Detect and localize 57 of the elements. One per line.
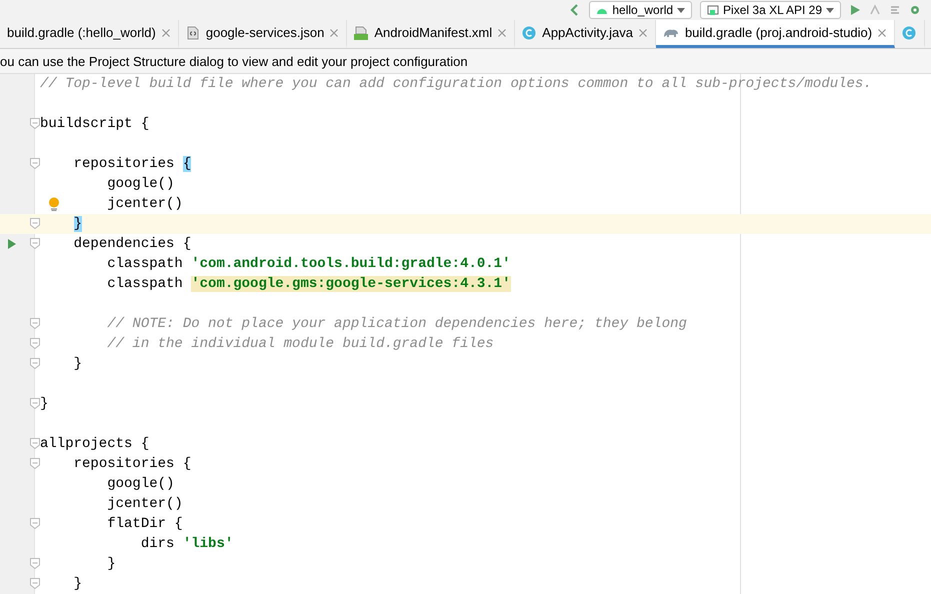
close-icon[interactable] (878, 28, 886, 36)
close-icon[interactable] (330, 28, 338, 36)
code-line: } (74, 356, 82, 372)
code-line: flatDir { (107, 516, 183, 532)
fold-marker-icon[interactable] (30, 318, 40, 329)
code-line: jcenter() (107, 196, 183, 212)
fold-marker-icon[interactable] (30, 358, 40, 369)
fold-marker-icon[interactable] (30, 118, 40, 129)
code-line: classpath 'com.android.tools.build:gradle:4.0.1' (107, 256, 510, 272)
fold-marker-icon[interactable] (30, 338, 40, 349)
close-icon[interactable] (498, 28, 506, 36)
code-line: dirs 'libs' (140, 536, 234, 552)
code-line: // in the individual module build.gradle files (107, 336, 494, 352)
caret-icon (677, 8, 686, 12)
code-line: jcenter() (107, 496, 183, 512)
class-file-icon (902, 26, 916, 40)
close-icon[interactable] (638, 28, 647, 36)
json-file-icon (186, 26, 200, 40)
editor-tab[interactable]: build.gradle (:hello_world) (0, 20, 179, 48)
editor-tab[interactable]: AndroidManifest.xml (347, 20, 516, 48)
code-line: } (74, 576, 82, 592)
notification-text: ou can use the Project Structure dialog to view and edit your project configuration (0, 54, 468, 68)
run-icon[interactable] (849, 4, 861, 16)
code-line: google() (107, 476, 174, 492)
fold-marker-icon[interactable] (30, 218, 40, 229)
manifest-file-icon (354, 26, 368, 40)
editor-tab[interactable]: AppActivity.java (515, 20, 656, 48)
device-dropdown[interactable]: Pixel 3a XL API 29 (700, 1, 841, 19)
code-line: classpath 'com.google.gms:google-services:4.3.1' (107, 276, 510, 292)
fold-marker-icon[interactable] (30, 558, 40, 569)
editor-tab[interactable]: google-services.json (178, 20, 348, 48)
fold-marker-icon[interactable] (30, 398, 40, 409)
class-file-icon (522, 26, 536, 40)
fold-marker-icon[interactable] (30, 578, 40, 589)
code-line: allprojects { (40, 436, 150, 452)
caret-icon (826, 8, 834, 12)
device-icon (707, 4, 720, 16)
lightbulb-icon[interactable] (48, 197, 60, 211)
fold-marker-icon[interactable] (30, 438, 40, 449)
list-icon[interactable] (889, 4, 901, 16)
fold-marker-icon[interactable] (30, 518, 40, 529)
code-line: } (40, 396, 48, 412)
editor-tab[interactable]: build.gradle (proj.android-studio) (656, 20, 896, 48)
code-line: buildscript { (40, 116, 150, 132)
code-line: // Top-level build file where you can add configuration options common to all sub-projects/modules. (40, 76, 872, 92)
fold-marker-icon[interactable] (30, 238, 40, 249)
run-config-dropdown[interactable]: hello_world (589, 1, 692, 19)
run-icon[interactable] (8, 239, 16, 249)
code-line: // NOTE: Do not place your application dependencies here; they belong (107, 316, 687, 332)
close-icon[interactable] (162, 28, 170, 36)
fold-marker-icon[interactable] (30, 458, 40, 469)
code-line: repositories { (74, 456, 192, 472)
code-line: repositories { (74, 156, 192, 172)
code-line: } (107, 556, 116, 572)
fold-marker-icon[interactable] (30, 158, 40, 169)
code-line: google() (107, 176, 174, 192)
code-line: dependencies { (74, 236, 192, 252)
